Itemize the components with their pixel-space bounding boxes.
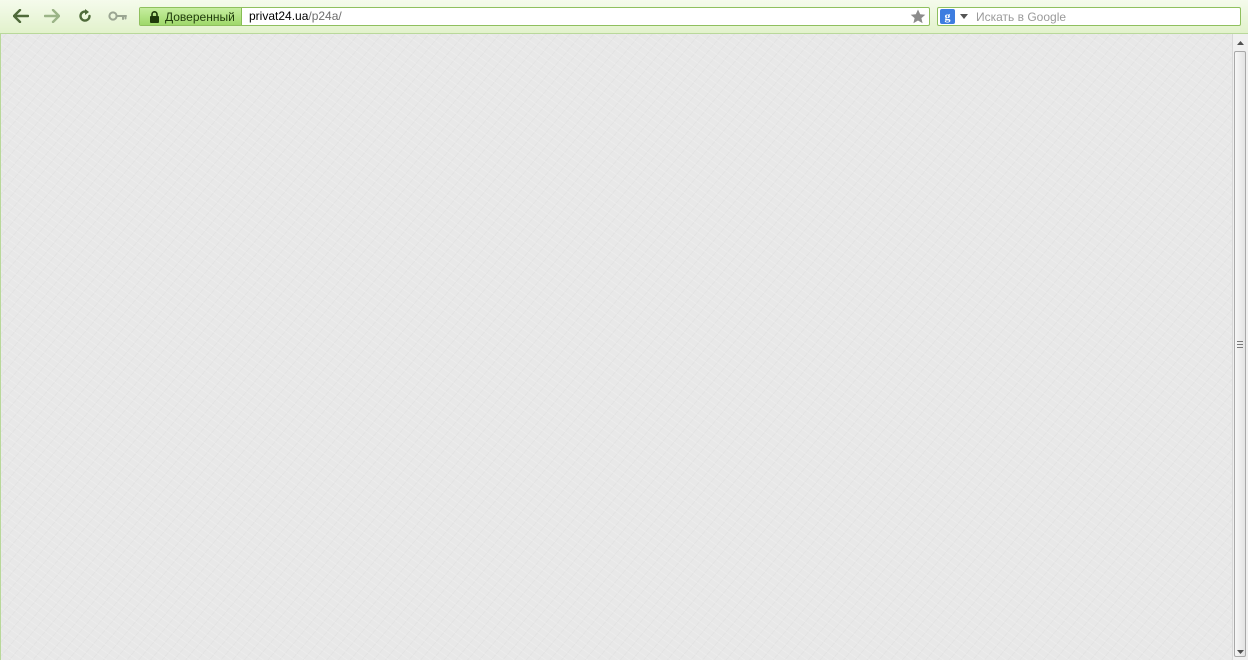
url-text[interactable]: privat24.ua/p24a/: [249, 9, 342, 24]
site-identity-button[interactable]: Доверенный: [140, 8, 242, 25]
navigation-toolbar: Доверенный privat24.ua/p24a/ g: [0, 0, 1248, 34]
reload-button[interactable]: [74, 6, 96, 26]
forward-arrow-icon: [44, 9, 60, 23]
url-path: /p24a/: [308, 9, 342, 23]
identity-label: Доверенный: [165, 9, 235, 24]
reload-icon: [79, 9, 91, 22]
search-engine-button[interactable]: g: [940, 9, 972, 24]
back-button[interactable]: [10, 6, 32, 26]
bookmark-button[interactable]: [910, 9, 926, 27]
key-icon: [108, 11, 127, 21]
scroll-down-button[interactable]: [1233, 644, 1248, 659]
grip-icon: [1237, 341, 1243, 349]
star-icon: [910, 9, 926, 24]
page-content: [0, 34, 1232, 660]
search-input[interactable]: [976, 8, 1236, 25]
address-bar[interactable]: Доверенный privat24.ua/p24a/: [139, 7, 930, 26]
caret-up-icon: [1237, 40, 1244, 45]
lock-icon: [150, 10, 159, 23]
vertical-scrollbar[interactable]: [1232, 34, 1248, 660]
google-logo-icon: g: [940, 9, 955, 24]
scroll-thumb[interactable]: [1234, 51, 1246, 657]
forward-button[interactable]: [41, 6, 63, 26]
url-domain: privat24.ua: [249, 9, 309, 23]
caret-down-icon: [1237, 649, 1244, 654]
search-bar[interactable]: g: [937, 7, 1241, 26]
password-key-button[interactable]: [106, 6, 130, 26]
chevron-down-icon: [960, 14, 968, 19]
browser-window: Доверенный privat24.ua/p24a/ g: [0, 0, 1248, 660]
scroll-up-button[interactable]: [1233, 35, 1248, 50]
back-arrow-icon: [13, 9, 29, 23]
